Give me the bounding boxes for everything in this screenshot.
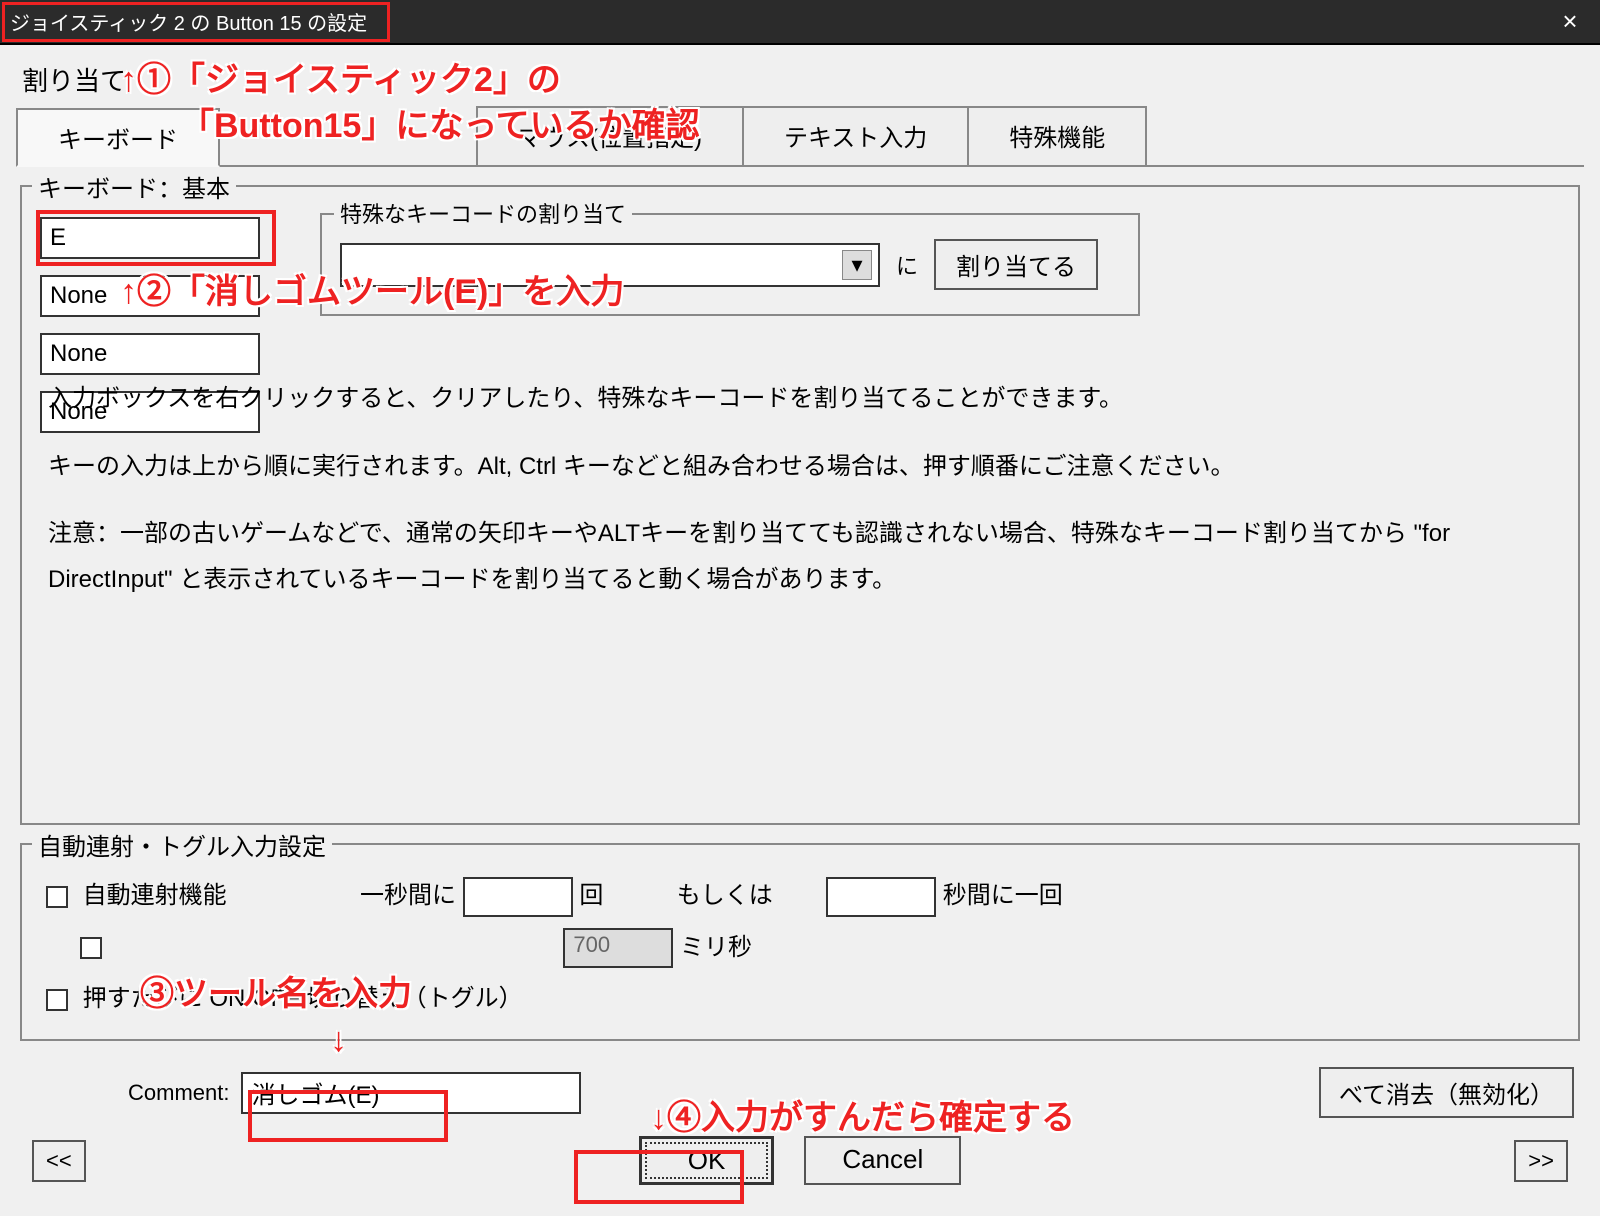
next-button[interactable]: >> (1514, 1140, 1568, 1182)
comment-input[interactable] (241, 1072, 581, 1114)
assign-button[interactable]: 割り当てる (934, 239, 1098, 290)
footer-bar: << OK Cancel >> (16, 1126, 1584, 1199)
key-input-1[interactable] (40, 217, 260, 259)
or-label: もしくは (677, 882, 773, 909)
keyboard-basic-fieldset: キーボード：基本 特殊なキーコードの割り当て ▾ に 割り当てる 入力ボックスを… (20, 185, 1580, 825)
ok-button[interactable]: OK (639, 1136, 775, 1185)
sec-per-input[interactable] (826, 877, 936, 917)
ni-label: に (896, 249, 918, 281)
close-icon[interactable]: × (1550, 6, 1590, 37)
window-title: ジョイスティック 2 の Button 15 の設定 (10, 7, 1550, 36)
toggle-checkbox[interactable] (46, 989, 68, 1011)
special-keycode-legend: 特殊なキーコードの割り当て (334, 197, 632, 229)
info-p3: 注意：一部の古いゲームなどで、通常の矢印キーやALTキーを割り当てても認識されな… (48, 511, 1552, 602)
info-p2: キーの入力は上から順に実行されます。Alt, Ctrl キーなどと組み合わせる場… (48, 444, 1552, 490)
clear-all-button[interactable]: べて消去（無効化） (1319, 1067, 1574, 1118)
autofire-fieldset: 自動連射・トグル入力設定 自動連射機能 一秒間に 回 もしくは 秒間に一回 70… (20, 843, 1580, 1041)
per-sec-input[interactable] (463, 877, 573, 917)
special-keycode-fieldset: 特殊なキーコードの割り当て ▾ に 割り当てる (320, 213, 1140, 316)
autofire-label: 自動連射機能 (83, 882, 227, 909)
titlebar: ジョイスティック 2 の Button 15 の設定 × (0, 0, 1600, 45)
info-text: 入力ボックスを右クリックすると、クリアしたり、特殊なキーコードを割り当てることが… (48, 376, 1552, 602)
ms-label: ミリ秒 (680, 934, 752, 961)
tab-bar: キーボード マウス(位置指定) テキスト入力 特殊機能 (16, 106, 1584, 167)
delay-checkbox[interactable] (80, 937, 102, 959)
autofire-legend: 自動連射・トグル入力設定 (32, 827, 332, 862)
autofire-checkbox[interactable] (46, 886, 68, 908)
chevron-down-icon: ▾ (842, 250, 872, 280)
special-keycode-dropdown[interactable]: ▾ (340, 243, 880, 287)
info-p1: 入力ボックスを右クリックすると、クリアしたり、特殊なキーコードを割り当てることが… (48, 376, 1552, 422)
tab-special[interactable]: 特殊機能 (967, 106, 1147, 165)
key-input-3[interactable] (40, 333, 260, 375)
comment-label: Comment: (128, 1080, 229, 1106)
prev-button[interactable]: << (32, 1140, 86, 1182)
comment-row: Comment: べて消去（無効化） (16, 1059, 1584, 1126)
cancel-button[interactable]: Cancel (804, 1136, 961, 1185)
per-sec-before: 一秒間に (360, 882, 456, 909)
keyboard-basic-legend: キーボード：基本 (32, 169, 236, 204)
page-subtitle: 割り当て (22, 61, 1578, 98)
sec-per-label: 秒間に一回 (943, 882, 1063, 909)
key-input-2[interactable] (40, 275, 260, 317)
per-sec-after: 回 (579, 882, 603, 909)
tab-keyboard[interactable]: キーボード (16, 108, 220, 167)
tab-text-input[interactable]: テキスト入力 (742, 106, 969, 165)
delay-input[interactable]: 700 (563, 928, 673, 968)
tab-mouse-pos[interactable]: マウス(位置指定) (476, 106, 744, 165)
toggle-label: 押すたびに ON/OFF 切り替え（トグル） (83, 985, 523, 1012)
